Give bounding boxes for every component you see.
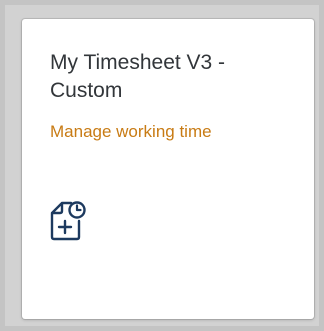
tile-container: My Timesheet V3 - Custom Manage working … (5, 5, 319, 326)
app-tile[interactable]: My Timesheet V3 - Custom Manage working … (22, 19, 314, 319)
timesheet-add-icon (50, 199, 86, 241)
tile-subtitle: Manage working time (50, 122, 212, 141)
tile-title: My Timesheet V3 - Custom (50, 51, 226, 102)
